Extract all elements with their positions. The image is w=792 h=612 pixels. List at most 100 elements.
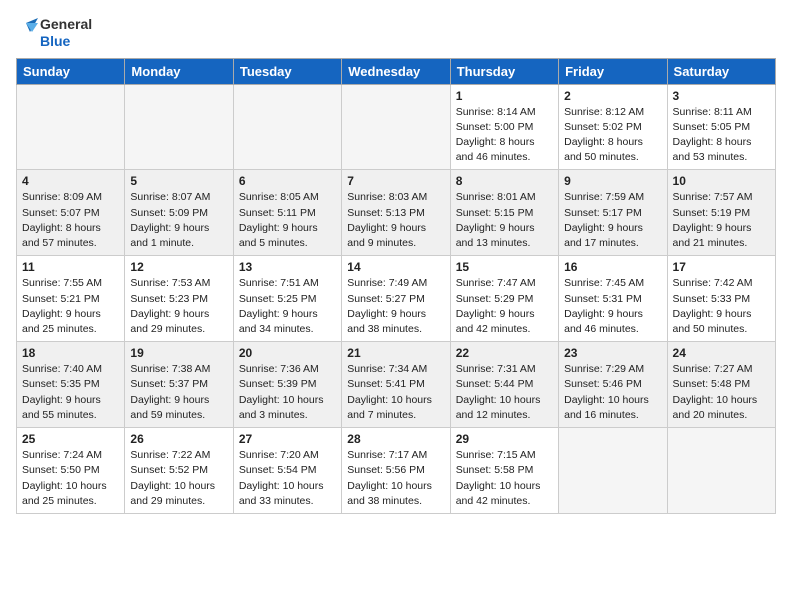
day-info: Sunrise: 7:29 AM Sunset: 5:46 PM Dayligh… [564, 362, 661, 423]
calendar-cell: 22 Sunrise: 7:31 AM Sunset: 5:44 PM Dayli… [450, 342, 558, 428]
day-number: 25 [22, 432, 119, 446]
calendar-header-monday: Monday [125, 58, 233, 84]
day-info: Sunrise: 7:24 AM Sunset: 5:50 PM Dayligh… [22, 448, 119, 509]
day-info: Sunrise: 8:03 AM Sunset: 5:13 PM Dayligh… [347, 190, 444, 251]
calendar-cell: 1 Sunrise: 8:14 AM Sunset: 5:00 PM Daylig… [450, 84, 558, 170]
day-number: 1 [456, 89, 553, 103]
day-number: 26 [130, 432, 227, 446]
day-info: Sunrise: 7:27 AM Sunset: 5:48 PM Dayligh… [673, 362, 770, 423]
day-info: Sunrise: 8:01 AM Sunset: 5:15 PM Dayligh… [456, 190, 553, 251]
calendar-cell: 17 Sunrise: 7:42 AM Sunset: 5:33 PM Dayli… [667, 256, 775, 342]
calendar-cell: 10Sunrise: 7:57 AM Sunset: 5:19 PM Dayli… [667, 170, 775, 256]
logo-blue: Blue [40, 33, 92, 50]
day-info: Sunrise: 8:14 AM Sunset: 5:00 PM Dayligh… [456, 105, 553, 166]
day-info: Sunrise: 7:40 AM Sunset: 5:35 PM Dayligh… [22, 362, 119, 423]
calendar-cell: 16 Sunrise: 7:45 AM Sunset: 5:31 PM Dayli… [559, 256, 667, 342]
calendar-cell [125, 84, 233, 170]
calendar-cell: 3 Sunrise: 8:11 AM Sunset: 5:05 PM Daylig… [667, 84, 775, 170]
day-info: Sunrise: 7:15 AM Sunset: 5:58 PM Dayligh… [456, 448, 553, 509]
calendar-cell [559, 428, 667, 514]
calendar-cell: 26 Sunrise: 7:22 AM Sunset: 5:52 PM Dayli… [125, 428, 233, 514]
calendar-header-saturday: Saturday [667, 58, 775, 84]
calendar-cell: 13 Sunrise: 7:51 AM Sunset: 5:25 PM Dayli… [233, 256, 341, 342]
day-info: Sunrise: 7:49 AM Sunset: 5:27 PM Dayligh… [347, 276, 444, 337]
day-info: Sunrise: 8:11 AM Sunset: 5:05 PM Dayligh… [673, 105, 770, 166]
calendar-cell: 15Sunrise: 7:47 AM Sunset: 5:29 PM Dayli… [450, 256, 558, 342]
day-info: Sunrise: 7:36 AM Sunset: 5:39 PM Dayligh… [239, 362, 336, 423]
logo: General Blue [16, 16, 92, 50]
day-number: 17 [673, 260, 770, 274]
calendar-cell: 12 Sunrise: 7:53 AM Sunset: 5:23 PM Dayli… [125, 256, 233, 342]
day-number: 12 [130, 260, 227, 274]
day-number: 29 [456, 432, 553, 446]
day-number: 28 [347, 432, 444, 446]
calendar-cell: 20 Sunrise: 7:36 AM Sunset: 5:39 PM Dayli… [233, 342, 341, 428]
calendar-week-row: 18 Sunrise: 7:40 AM Sunset: 5:35 PM Dayli… [17, 342, 776, 428]
day-info: Sunrise: 7:53 AM Sunset: 5:23 PM Dayligh… [130, 276, 227, 337]
day-number: 11 [22, 260, 119, 274]
calendar-cell: 7 Sunrise: 8:03 AM Sunset: 5:13 PM Daylig… [342, 170, 450, 256]
day-number: 22 [456, 346, 553, 360]
day-info: Sunrise: 7:51 AM Sunset: 5:25 PM Dayligh… [239, 276, 336, 337]
day-number: 19 [130, 346, 227, 360]
day-number: 18 [22, 346, 119, 360]
day-number: 7 [347, 174, 444, 188]
calendar-header-thursday: Thursday [450, 58, 558, 84]
calendar-cell: 2 Sunrise: 8:12 AM Sunset: 5:02 PM Daylig… [559, 84, 667, 170]
day-info: Sunrise: 7:42 AM Sunset: 5:33 PM Dayligh… [673, 276, 770, 337]
calendar-header-friday: Friday [559, 58, 667, 84]
day-info: Sunrise: 7:20 AM Sunset: 5:54 PM Dayligh… [239, 448, 336, 509]
calendar-header-sunday: Sunday [17, 58, 125, 84]
day-info: Sunrise: 7:45 AM Sunset: 5:31 PM Dayligh… [564, 276, 661, 337]
day-number: 21 [347, 346, 444, 360]
calendar-cell: 21 Sunrise: 7:34 AM Sunset: 5:41 PM Dayli… [342, 342, 450, 428]
calendar-header-tuesday: Tuesday [233, 58, 341, 84]
day-number: 4 [22, 174, 119, 188]
day-info: Sunrise: 7:38 AM Sunset: 5:37 PM Dayligh… [130, 362, 227, 423]
calendar-cell: 19 Sunrise: 7:38 AM Sunset: 5:37 PM Dayli… [125, 342, 233, 428]
day-info: Sunrise: 7:31 AM Sunset: 5:44 PM Dayligh… [456, 362, 553, 423]
day-info: Sunrise: 7:55 AM Sunset: 5:21 PM Dayligh… [22, 276, 119, 337]
day-info: Sunrise: 7:59 AM Sunset: 5:17 PM Dayligh… [564, 190, 661, 251]
day-number: 2 [564, 89, 661, 103]
calendar-cell: 6 Sunrise: 8:05 AM Sunset: 5:11 PM Daylig… [233, 170, 341, 256]
logo-container: General Blue [16, 16, 92, 50]
calendar-week-row: 11 Sunrise: 7:55 AM Sunset: 5:21 PM Dayli… [17, 256, 776, 342]
day-number: 3 [673, 89, 770, 103]
calendar-week-row: 4 Sunrise: 8:09 AM Sunset: 5:07 PM Daylig… [17, 170, 776, 256]
day-number: 6 [239, 174, 336, 188]
calendar-cell: 5 Sunrise: 8:07 AM Sunset: 5:09 PM Daylig… [125, 170, 233, 256]
day-number: 14 [347, 260, 444, 274]
day-number: 16 [564, 260, 661, 274]
calendar-cell: 9Sunrise: 7:59 AM Sunset: 5:17 PM Daylig… [559, 170, 667, 256]
calendar-cell: 27 Sunrise: 7:20 AM Sunset: 5:54 PM Dayli… [233, 428, 341, 514]
day-number: 5 [130, 174, 227, 188]
day-number: 27 [239, 432, 336, 446]
day-info: Sunrise: 7:47 AM Sunset: 5:29 PM Dayligh… [456, 276, 553, 337]
calendar-header-row: SundayMondayTuesdayWednesdayThursdayFrid… [17, 58, 776, 84]
logo-bird-icon [16, 18, 38, 48]
calendar-cell [667, 428, 775, 514]
calendar-cell: 4 Sunrise: 8:09 AM Sunset: 5:07 PM Daylig… [17, 170, 125, 256]
calendar-cell: 29 Sunrise: 7:15 AM Sunset: 5:58 PM Dayli… [450, 428, 558, 514]
calendar-table: SundayMondayTuesdayWednesdayThursdayFrid… [16, 58, 776, 514]
day-info: Sunrise: 8:05 AM Sunset: 5:11 PM Dayligh… [239, 190, 336, 251]
day-info: Sunrise: 7:22 AM Sunset: 5:52 PM Dayligh… [130, 448, 227, 509]
logo-general: General [40, 16, 92, 33]
calendar-cell: 14 Sunrise: 7:49 AM Sunset: 5:27 PM Dayli… [342, 256, 450, 342]
day-info: Sunrise: 8:09 AM Sunset: 5:07 PM Dayligh… [22, 190, 119, 251]
day-number: 23 [564, 346, 661, 360]
calendar-cell: 8 Sunrise: 8:01 AM Sunset: 5:15 PM Daylig… [450, 170, 558, 256]
day-number: 20 [239, 346, 336, 360]
calendar-cell: 18 Sunrise: 7:40 AM Sunset: 5:35 PM Dayli… [17, 342, 125, 428]
calendar-cell [233, 84, 341, 170]
calendar-cell: 11 Sunrise: 7:55 AM Sunset: 5:21 PM Dayli… [17, 256, 125, 342]
day-number: 13 [239, 260, 336, 274]
day-info: Sunrise: 8:07 AM Sunset: 5:09 PM Dayligh… [130, 190, 227, 251]
calendar-cell [17, 84, 125, 170]
day-info: Sunrise: 8:12 AM Sunset: 5:02 PM Dayligh… [564, 105, 661, 166]
calendar-cell: 24Sunrise: 7:27 AM Sunset: 5:48 PM Dayli… [667, 342, 775, 428]
calendar-cell: 23 Sunrise: 7:29 AM Sunset: 5:46 PM Dayli… [559, 342, 667, 428]
day-number: 8 [456, 174, 553, 188]
day-info: Sunrise: 7:34 AM Sunset: 5:41 PM Dayligh… [347, 362, 444, 423]
